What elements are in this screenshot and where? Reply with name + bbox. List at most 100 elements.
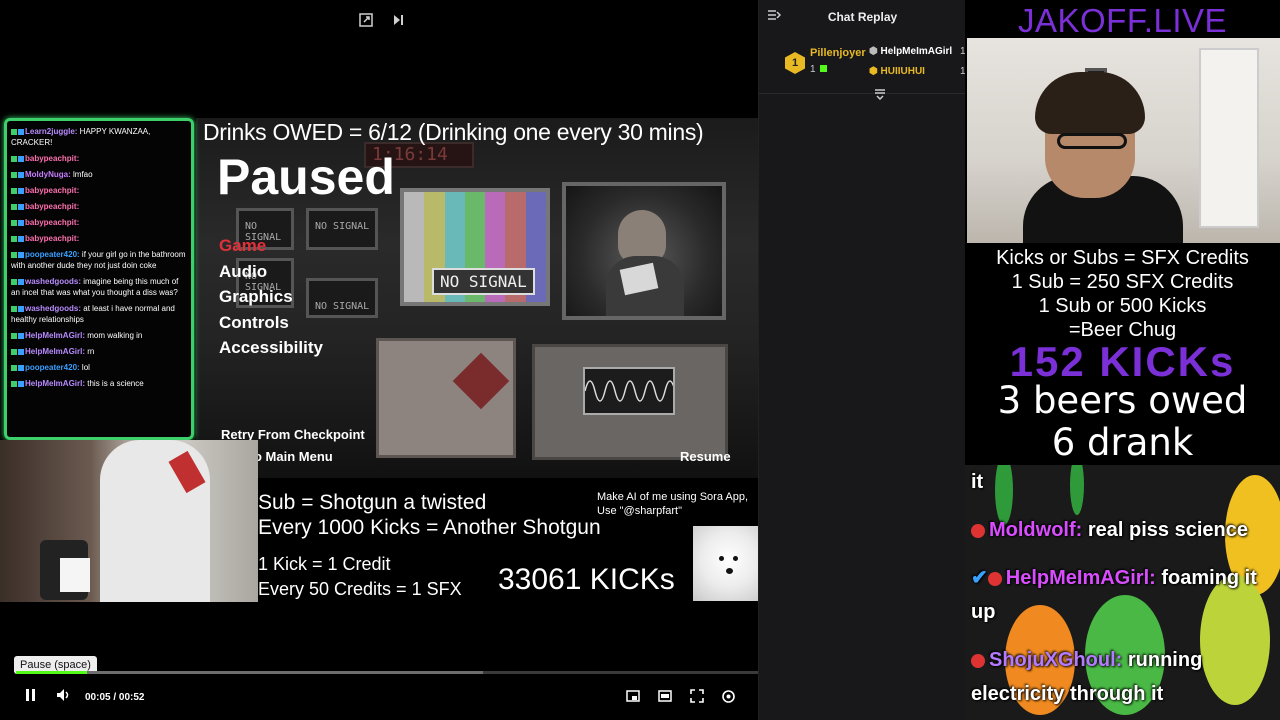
video-player[interactable]: 1:16:14 NO SIGNAL NO SIGNAL NO SIGNAL NO… [0, 0, 758, 720]
menu-item-graphics[interactable]: Graphics [219, 287, 323, 311]
kicks-counter: 33061 KICKs [498, 563, 675, 596]
promo-text: Sub = Shotgun a twisted Every 1000 Kicks… [258, 490, 601, 540]
chat-username[interactable]: babypeachpit: [25, 154, 79, 163]
overlay-chat-fragment: it [971, 471, 984, 493]
leaderboard-entry[interactable]: ⬢ HelpMeImAGirl [869, 46, 952, 57]
chat-username[interactable]: Learn2juggle: [25, 127, 77, 136]
chat-badge-icon [11, 305, 17, 312]
chat-username[interactable]: washedgoods: [25, 277, 81, 286]
theater-mode-icon[interactable] [658, 689, 672, 706]
top-gifter-count: 1 [810, 64, 828, 75]
overlay-chat-line: HelpMeImAGirl: rn [11, 346, 187, 357]
player-controls: 00:05 / 00:52 [0, 686, 758, 712]
chat-username[interactable]: babypeachpit: [25, 218, 79, 227]
chat-badge-icon [18, 219, 24, 226]
chat-username[interactable]: poopeater420: [25, 250, 80, 259]
menu-item-accessibility[interactable]: Accessibility [219, 338, 323, 362]
overlay-chat-line: babypeachpit: [11, 233, 187, 244]
sora-promo: Make AI of me using Sora App, Use "@shar… [597, 490, 748, 518]
chat-replay-panel: Chat Replay 1 Pillenjoyer 1 ⬢ HelpMeImAG… [758, 0, 966, 720]
chat-username[interactable]: babypeachpit: [25, 202, 79, 211]
chat-username[interactable]: babypeachpit: [25, 234, 79, 243]
resume-button[interactable]: Resume [680, 449, 731, 464]
credits-info: Kicks or Subs = SFX Credits 1 Sub = 250 … [965, 246, 1280, 342]
brand-title: JAKOFF.LIVE [1017, 2, 1228, 39]
overlay-chat-line: HelpMeImAGirl: this is a science [11, 378, 187, 389]
chat-badge-icon [11, 203, 17, 210]
pause-menu: Game Audio Graphics Controls Accessibili… [219, 236, 323, 362]
chat-username[interactable]: poopeater420: [25, 363, 80, 372]
chat-badge-icon [18, 203, 24, 210]
pause-button[interactable] [24, 688, 38, 706]
leaderboard-entry[interactable]: ⬢ HUIIUHUI [869, 66, 925, 77]
main-menu-button[interactable]: o Main Menu [254, 449, 333, 464]
dog-image [693, 526, 758, 601]
stream-overlay-right: JAKOFF.LIVE Kicks or Subs = SFX Credits … [965, 0, 1280, 720]
chat-replay-title: Chat Replay [827, 10, 898, 24]
time-display: 00:05 / 00:52 [85, 692, 145, 703]
overlay-chat-large: it Moldwolf: real piss science ✔ HelpMeIm… [965, 465, 1280, 720]
overlay-chat-line: poopeater420: if your girl go in the bat… [11, 249, 187, 271]
overlay-chat-line: babypeachpit: [11, 153, 187, 164]
skip-next-icon[interactable] [388, 10, 408, 30]
chat-badge-icon [11, 187, 17, 194]
chat-badge-icon [11, 128, 17, 135]
volume-icon[interactable] [56, 688, 72, 705]
overlay-chat-continuation: up [971, 601, 996, 623]
control-console [376, 338, 516, 458]
chat-username[interactable]: HelpMeImAGirl: [25, 347, 85, 356]
page-root: 1:16:14 NO SIGNAL NO SIGNAL NO SIGNAL NO… [0, 0, 1280, 720]
promo-line-sfx: Every 50 Credits = 1 SFX [258, 579, 462, 599]
promo-line-kick: 1 Kick = 1 Credit [258, 554, 391, 574]
chat-badge-icon [11, 251, 17, 258]
chat-text: this is a science [85, 379, 144, 388]
overlay-chat-line: poopeater420: lol [11, 362, 187, 373]
fullscreen-icon[interactable] [690, 689, 704, 706]
overlay-chat-continuation: electricity through it [971, 683, 1164, 705]
chat-text: rn [85, 347, 95, 356]
chat-badge-icon [18, 171, 24, 178]
chat-badge-icon [11, 235, 17, 242]
tv-color-bars: NO SIGNAL [400, 188, 550, 306]
menu-item-game[interactable]: Game [219, 236, 323, 260]
promo-line-sub: Sub = Shotgun a twisted [258, 491, 487, 514]
overlay-chat-line: Learn2juggle: HAPPY KWANZAA, CRACKER! [11, 126, 187, 148]
chat-badge-icon [18, 187, 24, 194]
overlay-chat-line: HelpMeImAGirl: mom walking in [11, 330, 187, 341]
promo-credits: 1 Kick = 1 Credit Every 50 Credits = 1 S… [258, 552, 462, 602]
chat-text: lol [79, 363, 90, 372]
chat-badge-icon [11, 219, 17, 226]
menu-item-audio[interactable]: Audio [219, 262, 323, 286]
chat-badge-icon [18, 235, 24, 242]
overlay-chat-line: washedgoods: at least i have normal and … [11, 303, 187, 325]
chat-badge-icon [11, 155, 17, 162]
chat-username[interactable]: babypeachpit: [25, 186, 79, 195]
rank-badge: 1 [785, 52, 805, 74]
beers-counter: 3 beers owed 6 drank [965, 380, 1280, 464]
chat-badge-icon [11, 278, 17, 285]
chat-badge-icon [11, 171, 17, 178]
chat-badge-icon [11, 332, 17, 339]
progress-bar[interactable] [16, 671, 758, 674]
drinks-owed-text: Drinks OWED = 6/12 (Drinking one every 3… [203, 119, 704, 145]
popout-icon[interactable] [356, 10, 376, 30]
miniplayer-icon[interactable] [626, 689, 640, 706]
top-gifter-name[interactable]: Pillenjoyer [810, 47, 866, 59]
settings-icon[interactable] [721, 689, 736, 707]
chat-badge-icon [18, 128, 24, 135]
top-controls [356, 10, 408, 30]
menu-item-controls[interactable]: Controls [219, 313, 323, 337]
chat-username[interactable]: MoldyNuga: [25, 170, 71, 179]
expand-leaderboard-icon[interactable] [874, 88, 886, 103]
chat-badge-icon [11, 380, 17, 387]
chat-badge-icon [18, 332, 24, 339]
sora-line-1: Make AI of me using Sora App, [597, 491, 749, 503]
gift-leaderboard: 1 Pillenjoyer 1 ⬢ HelpMeImAGirl 1 ⬢ HUII… [759, 40, 966, 94]
chat-username[interactable]: washedgoods: [25, 304, 81, 313]
chat-username[interactable]: HelpMeImAGirl: [25, 331, 85, 340]
overlay-chat-message: ShojuXGhoul: running [971, 643, 1202, 677]
main-webcam [967, 38, 1280, 243]
chat-badge-icon [18, 364, 24, 371]
paused-title: Paused [217, 149, 395, 205]
chat-username[interactable]: HelpMeImAGirl: [25, 379, 85, 388]
